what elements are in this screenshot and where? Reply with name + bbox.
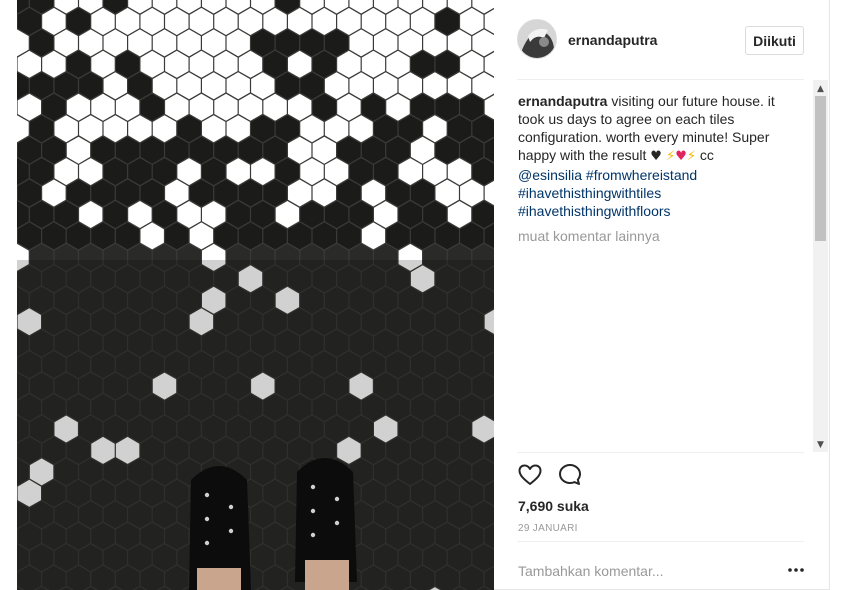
header-username[interactable]: ernandaputra [568, 32, 657, 48]
post-actions [517, 462, 583, 490]
red-heart-emoji: ♥ [675, 149, 687, 164]
post-photo[interactable] [17, 0, 494, 590]
comments-scrollbar[interactable]: ▲ ▼ [813, 80, 828, 452]
black-heart-emoji: ♥ [650, 149, 662, 164]
avatar[interactable] [517, 19, 557, 59]
post-date[interactable]: 29 JANUARI [518, 523, 578, 534]
hashtag-link[interactable]: #ihavethisthingwithtiles [518, 184, 788, 202]
post-header: ernandaputra Diikuti [494, 0, 829, 79]
lightning-emoji: ⚡ [666, 149, 676, 164]
caption-username[interactable]: ernandaputra [518, 93, 607, 109]
heart-icon[interactable] [517, 462, 543, 488]
caption: ernandaputra visiting our future house. … [518, 92, 788, 220]
scroll-down-arrow-icon[interactable]: ▼ [813, 438, 828, 452]
hashtag-link[interactable]: #ihavethisthingwithfloors [518, 202, 788, 220]
divider [517, 541, 804, 542]
scrollbar-thumb[interactable] [815, 96, 826, 241]
post-sidebar: ernandaputra Diikuti ernandaputra visiti… [494, 0, 829, 590]
comment-icon[interactable] [557, 462, 583, 488]
more-options-icon[interactable] [787, 562, 805, 578]
load-more-comments[interactable]: muat komentar lainnya [518, 228, 660, 244]
caption-cc: cc [699, 147, 714, 163]
shoe [295, 458, 357, 590]
hashtag-link[interactable]: #fromwhereistand [586, 167, 697, 183]
add-comment-input[interactable] [518, 561, 768, 581]
shoe [189, 466, 251, 590]
caption-emojis: ♥ ⚡♥⚡ [650, 149, 696, 164]
mention-link[interactable]: @esinsilia [518, 167, 582, 183]
likes-count[interactable]: 7,690 suka [518, 498, 589, 514]
avatar-image [518, 20, 556, 58]
lightning-emoji: ⚡ [686, 149, 697, 164]
hex-tile-floor-image [17, 0, 494, 590]
follow-button[interactable]: Diikuti [745, 26, 804, 55]
scroll-up-arrow-icon[interactable]: ▲ [813, 82, 828, 96]
comments-section: ernandaputra visiting our future house. … [517, 80, 813, 452]
divider [517, 452, 804, 453]
